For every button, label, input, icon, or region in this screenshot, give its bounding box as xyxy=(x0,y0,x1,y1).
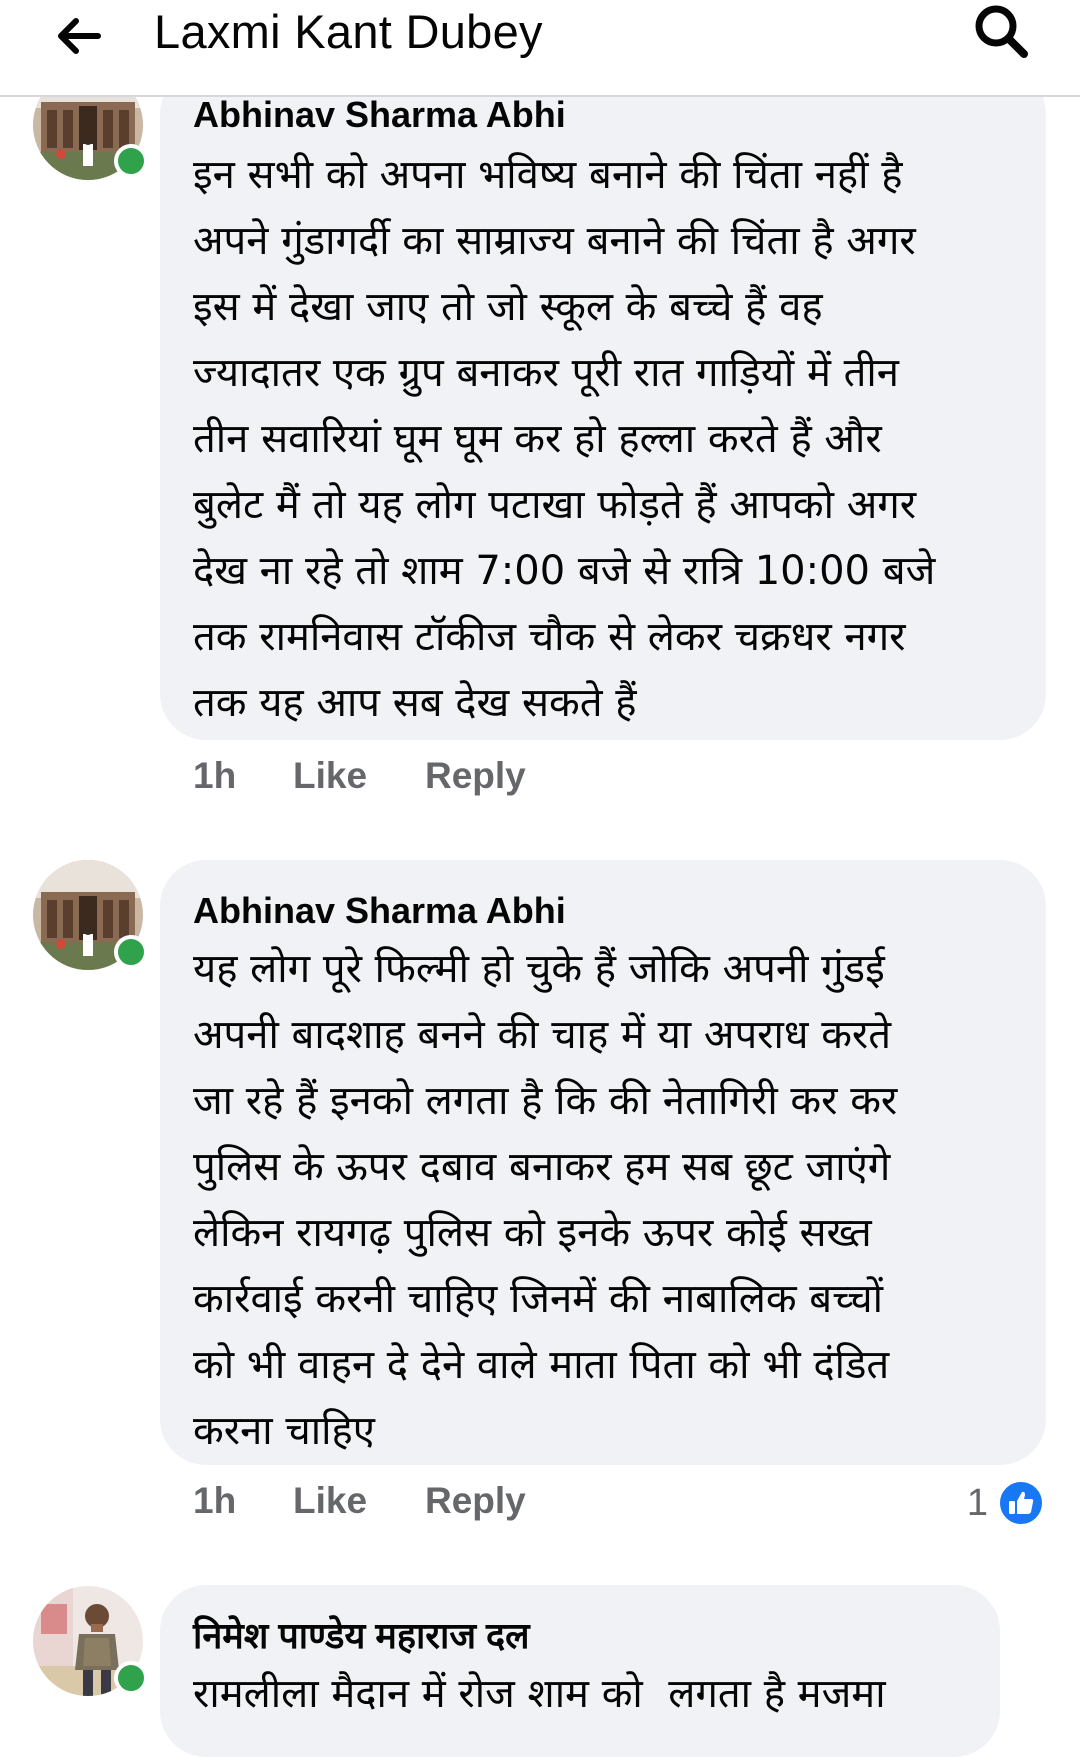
comment-author[interactable]: निमेश पाण्डेय महाराज दल xyxy=(193,1611,970,1661)
like-button[interactable]: Like xyxy=(293,755,367,797)
search-icon xyxy=(975,5,1028,58)
comment-author[interactable]: Abhinav Sharma Abhi xyxy=(193,886,1016,936)
comment-time: 1h xyxy=(193,755,237,796)
comment-bubble[interactable]: Abhinav Sharma Abhi इन सभी को अपना भविष्… xyxy=(160,68,1046,740)
top-app-bar: Laxmi Kant Dubey xyxy=(0,0,1080,97)
like-button[interactable]: Like xyxy=(293,1480,367,1522)
thumbs-up-icon xyxy=(998,1480,1044,1526)
reaction-count: 1 xyxy=(966,1481,988,1524)
comment-bubble[interactable]: निमेश पाण्डेय महाराज दल रामलीला मैदान मे… xyxy=(160,1585,1000,1757)
comment-text: यह लोग पूरे फिल्मी हो चुके हैं जोकि अपनी… xyxy=(193,946,898,1454)
reply-button[interactable]: Reply xyxy=(425,755,526,797)
search-button[interactable] xyxy=(970,0,1032,62)
comment-time: 1h xyxy=(193,1480,237,1521)
online-status-dot xyxy=(114,1661,148,1695)
online-status-dot xyxy=(114,144,148,178)
comment-text: इन सभी को अपना भविष्य बनाने की चिंता नही… xyxy=(193,152,936,726)
reply-button[interactable]: Reply xyxy=(425,1480,526,1522)
comment-bubble[interactable]: Abhinav Sharma Abhi यह लोग पूरे फिल्मी ह… xyxy=(160,860,1046,1465)
reaction-summary[interactable]: 1 xyxy=(967,1478,1044,1528)
comment-author[interactable]: Abhinav Sharma Abhi xyxy=(193,90,1016,140)
comment-text: रामलीला मैदान में रोज शाम को लगता है मजम… xyxy=(193,1671,886,1717)
back-button[interactable] xyxy=(48,6,108,66)
arrow-left-icon xyxy=(58,18,101,54)
page-title: Laxmi Kant Dubey xyxy=(154,5,543,58)
online-status-dot xyxy=(114,935,148,969)
